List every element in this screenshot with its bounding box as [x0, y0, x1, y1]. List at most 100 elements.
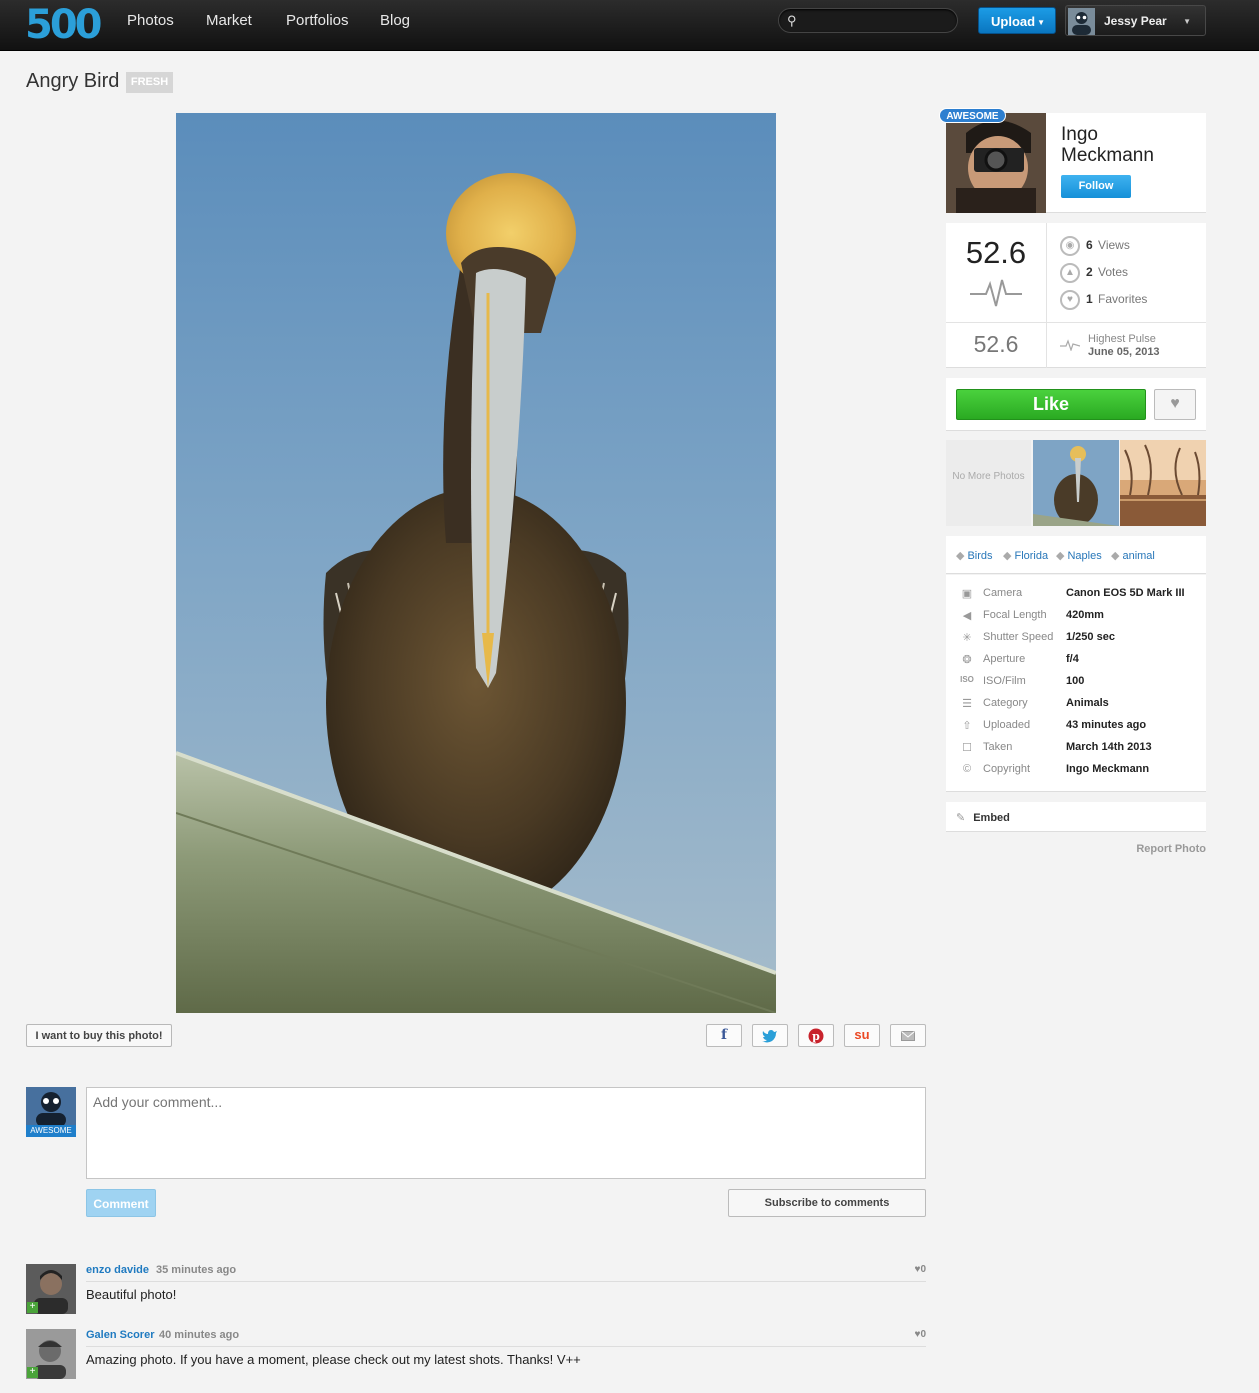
photo-strip: No More Photos — [946, 440, 1206, 526]
svg-text:p: p — [812, 1030, 820, 1043]
meta-copyright: © Copyright Ingo Meckmann — [960, 763, 1200, 781]
comment-divider — [86, 1346, 926, 1347]
author-panel: Ingo Meckmann Follow — [946, 113, 1206, 213]
pinterest-icon: p — [808, 1028, 824, 1044]
tag-icon: ◆ — [1056, 550, 1065, 562]
user-menu[interactable]: Jessy Pear ▼ — [1065, 5, 1206, 36]
current-user-avatar: AWESOME — [26, 1087, 76, 1137]
favorites-stat: ♥ 1 Favorites — [1060, 290, 1147, 310]
highest-pulse-score: 52.6 — [973, 331, 1019, 357]
stats-divider — [1046, 223, 1047, 368]
tag-icon: ◆ — [1111, 550, 1120, 562]
highest-pulse-label: Highest Pulse — [1088, 333, 1156, 345]
stats-divider — [946, 322, 1206, 323]
nav-market[interactable]: Market — [206, 12, 252, 29]
meta-uploaded: ⇧ Uploaded 43 minutes ago — [960, 719, 1200, 737]
awesome-badge: AWESOME — [939, 108, 1006, 123]
email-share-button[interactable] — [890, 1024, 926, 1047]
comment-time: 40 minutes ago — [159, 1329, 240, 1341]
fresh-badge: FRESH — [126, 72, 173, 93]
facebook-share-button[interactable]: f — [706, 1024, 742, 1047]
highest-pulse-date: June 05, 2013 — [1088, 346, 1160, 358]
pinterest-share-button[interactable]: p — [798, 1024, 834, 1047]
commenter-avatar[interactable]: + — [26, 1329, 76, 1379]
author-first-name: Ingo — [1061, 124, 1098, 145]
meta-taken: ☐ Taken March 14th 2013 — [960, 741, 1200, 759]
iso-icon: ISO — [960, 675, 974, 684]
pulse-icon — [1060, 339, 1080, 351]
nav-photos[interactable]: Photos — [127, 12, 174, 29]
like-button[interactable]: Like — [956, 389, 1146, 420]
calendar-icon: ☐ — [962, 742, 972, 754]
favorite-button[interactable]: ♥ — [1154, 389, 1196, 420]
shutter-icon: ✳ — [962, 632, 972, 644]
comment-time: 35 minutes ago — [156, 1264, 237, 1276]
follow-button[interactable]: Follow — [1061, 175, 1131, 198]
tag-animal[interactable]: ◆ animal — [1111, 549, 1155, 562]
author-name[interactable]: Ingo Meckmann — [1061, 124, 1154, 166]
meta-aperture: ❂ Aperture f/4 — [960, 653, 1200, 671]
stats-panel: 52.6 ◉ 6 Views ▲ 2 Votes ♥ 1 Favorites 52.6… — [946, 223, 1206, 368]
meta-category: ☰ Category Animals — [960, 697, 1200, 715]
comment-likes[interactable]: ♥0 — [915, 1264, 927, 1275]
comment-divider — [86, 1281, 926, 1282]
comment-input[interactable] — [86, 1087, 926, 1179]
subscribe-comments-button[interactable]: Subscribe to comments — [728, 1189, 926, 1217]
comment-submit-button[interactable]: Comment — [86, 1189, 156, 1217]
stumbleupon-icon: su — [854, 1027, 870, 1042]
votes-stat: ▲ 2 Votes — [1060, 263, 1128, 283]
chevron-down-icon: ▼ — [1037, 18, 1045, 27]
top-navigation-bar: 500 Photos Market Portfolios Blog ⚲ Uplo… — [0, 0, 1259, 51]
embed-panel[interactable]: ✎ Embed — [946, 802, 1206, 832]
heart-icon: ♥ — [1060, 290, 1080, 310]
search-box[interactable]: ⚲ — [778, 8, 958, 33]
buy-photo-button[interactable]: I want to buy this photo! — [26, 1024, 172, 1047]
twitter-icon — [762, 1030, 777, 1043]
focal-length-icon: ◀ — [962, 610, 972, 622]
tag-birds[interactable]: ◆ Birds — [956, 549, 993, 562]
comment-text: Amazing photo. If you have a moment, ple… — [86, 1352, 581, 1367]
embed-button[interactable]: ✎ Embed — [956, 811, 1010, 824]
chevron-down-icon: ▼ — [1183, 17, 1191, 26]
nav-blog[interactable]: Blog — [380, 12, 410, 29]
meta-iso: ISO ISO/Film 100 — [960, 675, 1085, 687]
views-stat: ◉ 6 Views — [1060, 236, 1130, 256]
comment-likes[interactable]: ♥0 — [915, 1329, 927, 1340]
tag-florida[interactable]: ◆ Florida — [1003, 549, 1048, 562]
category-icon: ☰ — [962, 698, 972, 710]
highest-pulse: Highest Pulse June 05, 2013 — [1088, 333, 1160, 359]
tags-panel: ◆ Birds ◆ Florida ◆ Naples ◆ animal — [946, 536, 1206, 574]
author-avatar[interactable] — [946, 113, 1046, 213]
plus-icon: + — [27, 1367, 38, 1378]
report-photo-link[interactable]: Report Photo — [1100, 843, 1206, 855]
main-photo[interactable] — [176, 113, 776, 1013]
upload-button[interactable]: Upload ▼ — [978, 7, 1056, 34]
stumbleupon-share-button[interactable]: su — [844, 1024, 880, 1047]
facebook-icon: f — [720, 1027, 728, 1043]
pulse-score: 52.6 — [965, 235, 1027, 270]
meta-focal-length: ◀ Focal Length 420mm — [960, 609, 1200, 627]
upload-label: Upload — [991, 14, 1036, 29]
upload-icon: ⇧ — [962, 720, 972, 732]
tag-naples[interactable]: ◆ Naples — [1056, 549, 1102, 562]
nav-portfolios[interactable]: Portfolios — [286, 12, 349, 29]
thumbs-up-icon: ▲ — [1060, 263, 1080, 283]
tag-icon: ◆ — [956, 550, 965, 562]
awesome-badge: AWESOME — [26, 1125, 76, 1137]
user-avatar — [1068, 8, 1095, 35]
search-input[interactable] — [805, 12, 950, 29]
twitter-share-button[interactable] — [752, 1024, 788, 1047]
thumbnail-next[interactable] — [1120, 440, 1206, 526]
camera-icon: ▣ — [961, 588, 973, 600]
comment-author[interactable]: enzo davide — [86, 1264, 149, 1276]
user-name: Jessy Pear — [1104, 14, 1167, 28]
envelope-icon — [901, 1031, 915, 1041]
comment-author[interactable]: Galen Scorer — [86, 1329, 154, 1341]
copyright-icon: © — [962, 763, 972, 775]
thumbnail-current[interactable] — [1033, 440, 1119, 526]
like-panel: Like ♥ — [946, 378, 1206, 431]
500px-logo[interactable]: 500 — [25, 2, 102, 48]
aperture-icon: ❂ — [962, 654, 972, 666]
search-icon: ⚲ — [787, 13, 797, 28]
commenter-avatar[interactable]: + — [26, 1264, 76, 1314]
